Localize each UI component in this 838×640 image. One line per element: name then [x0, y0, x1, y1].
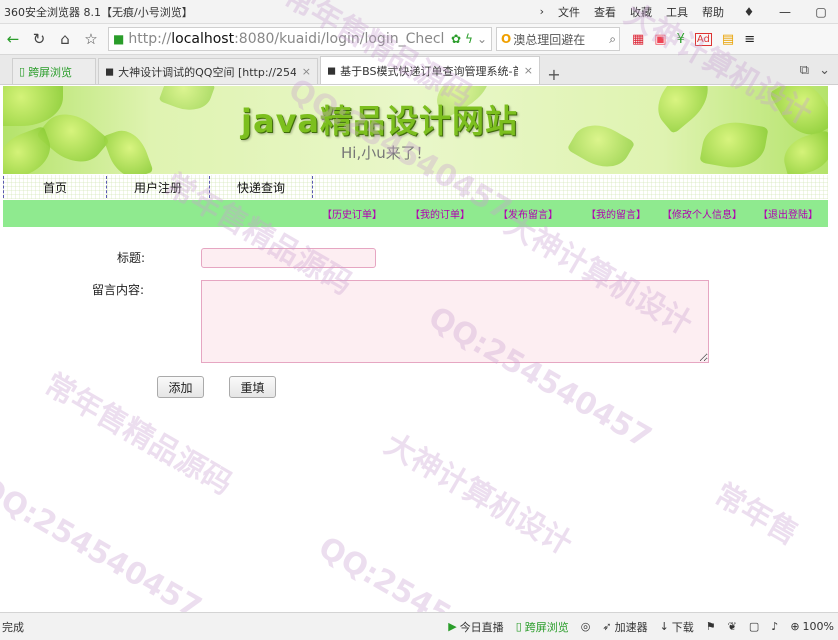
search-text: 澳总理回避在: [513, 32, 586, 47]
nav-register[interactable]: 用户注册: [107, 176, 210, 198]
ad-block-icon[interactable]: Ad: [694, 32, 712, 46]
new-tab-button[interactable]: +: [542, 65, 566, 84]
home-icon[interactable]: ⌂: [52, 26, 78, 52]
menu-help[interactable]: 帮助: [702, 4, 724, 20]
maximize-icon[interactable]: ▢: [810, 5, 832, 19]
content-label: 留言内容:: [92, 283, 145, 297]
url-host: localhost: [171, 31, 235, 47]
link-history-orders[interactable]: 【历史订单】: [322, 206, 382, 221]
user-menu-bar: 【历史订单】 【我的订单】 【发布留言】 【我的留言】 【修改个人信息】 【退出…: [3, 200, 828, 227]
tab-cross-screen[interactable]: ▯ 跨屏浏览: [12, 58, 96, 84]
status-bar: 完成 ▶ 今日直播 ▯ 跨屏浏览 ◎ ➶ 加速器 ↓ 下载 ⚑ ❦ ▢ ♪ ⊕ 100%: [0, 612, 838, 640]
refresh-icon[interactable]: ↻: [26, 26, 52, 52]
url-rest: :8080/kuaidi/login/login_Checl: [234, 31, 445, 47]
live-button[interactable]: ▶ 今日直播: [448, 619, 503, 635]
live-label: 今日直播: [459, 620, 504, 634]
menu-view[interactable]: 查看: [594, 4, 616, 20]
tab-tools: ⧉ ⌄: [800, 63, 838, 84]
address-bar: ← ↻ ⌂ ☆ ■ http://localhost:8080/kuaidi/l…: [0, 24, 838, 55]
search-icon[interactable]: ⌕: [609, 32, 619, 47]
accelerator-label: 加速器: [614, 620, 648, 634]
phone-icon: ▯: [19, 65, 26, 78]
link-my-orders[interactable]: 【我的订单】: [410, 206, 470, 221]
tab-favicon-icon: ◼: [327, 64, 337, 77]
content-textarea[interactable]: [201, 280, 709, 363]
window-title: 360安全浏览器 8.1【无痕/小号浏览】: [4, 5, 193, 19]
browser-menu: › 文件 查看 收藏 工具 帮助 ♦ — ▢: [540, 4, 838, 20]
cross-screen-label: 跨屏浏览: [524, 620, 569, 634]
back-icon[interactable]: ←: [0, 26, 26, 52]
url-field[interactable]: ■ http://localhost:8080/kuaidi/login/log…: [108, 27, 492, 51]
link-my-messages[interactable]: 【我的留言】: [586, 206, 646, 221]
cross-screen-button[interactable]: ▯ 跨屏浏览: [516, 619, 569, 635]
chevron-down-icon[interactable]: ⌄: [477, 32, 487, 46]
apps-icon[interactable]: ▦: [632, 32, 644, 47]
link-edit-profile[interactable]: 【修改个人信息】: [662, 206, 742, 221]
site-title: java精品设计网站: [241, 102, 519, 140]
phone-icon: ▯: [515, 620, 522, 633]
money-icon[interactable]: ¥: [677, 32, 685, 47]
link-post-message[interactable]: 【发布留言】: [498, 206, 558, 221]
close-tab-icon[interactable]: ×: [302, 65, 311, 78]
site-subtitle: Hi,小u来了！: [341, 144, 431, 162]
zoom-level: 100%: [802, 620, 834, 633]
shield-icon: ■: [113, 32, 125, 46]
rocket-icon: ➶: [602, 620, 612, 633]
title-label: 标题:: [117, 251, 146, 265]
site-banner: java精品设计网站 Hi,小u来了！: [3, 86, 828, 174]
reset-button[interactable]: 重填: [229, 376, 276, 398]
window-icon[interactable]: ▢: [749, 620, 759, 633]
tab-label: 大神设计调试的QQ空间 [http://2545: [118, 65, 296, 79]
play-icon: ▶: [448, 620, 457, 633]
gift-icon[interactable]: ▣: [654, 32, 666, 47]
download-button[interactable]: ↓ 下载: [660, 619, 694, 635]
zoom-icon: ⊕: [790, 620, 800, 633]
nav-express-query[interactable]: 快递查询: [210, 176, 313, 198]
message-form: 标题: 留言内容: 添加 重填: [0, 228, 838, 612]
zoom-control[interactable]: ⊕ 100%: [790, 620, 834, 633]
restore-window-icon[interactable]: ⧉: [800, 63, 809, 78]
accelerator-button[interactable]: ➶ 加速器: [602, 619, 647, 635]
download-icon: ↓: [659, 620, 669, 633]
nav-home[interactable]: 首页: [3, 176, 107, 198]
compat-icon[interactable]: ✿: [451, 32, 461, 46]
status-text: 完成: [2, 620, 24, 634]
tab-label: 基于BS模式快递订单查询管理系统-首: [340, 64, 518, 78]
menu-favorites[interactable]: 收藏: [630, 4, 652, 20]
link-logout[interactable]: 【退出登陆】: [758, 206, 818, 221]
leaf-icon[interactable]: ❦: [728, 620, 737, 633]
minimize-icon[interactable]: —: [774, 5, 796, 19]
title-bar: 360安全浏览器 8.1【无痕/小号浏览】 › 文件 查看 收藏 工具 帮助 ♦…: [0, 0, 838, 24]
url-prefix: http://: [128, 31, 172, 47]
tab-qq-space[interactable]: ◼ 大神设计调试的QQ空间 [http://2545 ×: [98, 58, 318, 84]
tab-list-icon[interactable]: ⌄: [819, 63, 830, 78]
compass-icon[interactable]: ◎: [581, 620, 591, 633]
menu-file[interactable]: 文件: [558, 4, 580, 20]
search-input[interactable]: O 澳总理回避在 ⌕: [496, 27, 620, 51]
tab-favicon-icon: ◼: [105, 65, 115, 78]
title-input[interactable]: [201, 248, 376, 268]
close-tab-icon[interactable]: ×: [524, 64, 533, 77]
search-engine-icon[interactable]: O: [501, 32, 511, 46]
toolbar-icons: ▦ ▣ ¥ Ad ▤ ≡: [620, 32, 755, 47]
menu-tools[interactable]: 工具: [666, 4, 688, 20]
menu-icon[interactable]: ≡: [744, 32, 755, 47]
chevron-right-icon[interactable]: ›: [540, 5, 544, 18]
lightning-icon[interactable]: ϟ: [465, 32, 473, 46]
speaker-icon[interactable]: ♪: [771, 620, 778, 633]
tab-bar: ▯ 跨屏浏览 ◼ 大神设计调试的QQ空间 [http://2545 × ◼ 基于…: [0, 55, 838, 85]
tab-label: 跨屏浏览: [28, 65, 73, 79]
tab-current[interactable]: ◼ 基于BS模式快递订单查询管理系统-首 ×: [320, 56, 540, 84]
skin-icon[interactable]: ♦: [738, 5, 760, 19]
download-label: 下载: [671, 620, 694, 634]
extension-icon[interactable]: ▤: [722, 32, 734, 47]
add-button[interactable]: 添加: [157, 376, 204, 398]
star-icon[interactable]: ☆: [78, 26, 104, 52]
main-nav: 首页 用户注册 快递查询: [3, 175, 828, 199]
flag-icon[interactable]: ⚑: [706, 620, 716, 633]
